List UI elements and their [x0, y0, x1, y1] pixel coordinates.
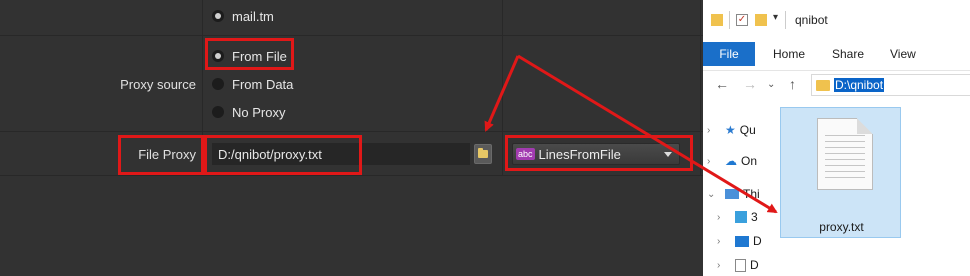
arrow-to-file [517, 54, 778, 214]
arrow-to-browse [484, 55, 520, 132]
annotation-arrows [484, 54, 778, 214]
